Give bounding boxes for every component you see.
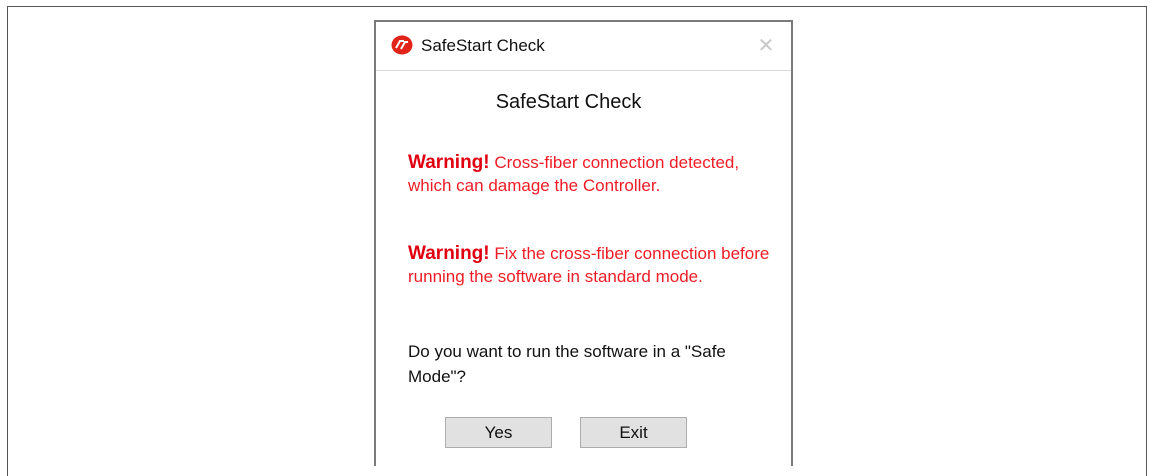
dialog-titlebar: SafeStart Check ✕: [376, 22, 791, 71]
app-logo-icon: [391, 35, 413, 55]
safe-mode-question: Do you want to run the software in a "Sa…: [408, 342, 726, 386]
warning-message-1: Warning! Cross-fiber connection detected…: [408, 151, 778, 197]
warning-message-2: Warning! Fix the cross-fiber connection …: [408, 242, 778, 288]
safestart-dialog: SafeStart Check ✕ SafeStart Check Warnin…: [374, 20, 793, 466]
warning-label: Warning!: [408, 243, 490, 264]
yes-button[interactable]: Yes: [445, 417, 552, 448]
close-button[interactable]: ✕: [753, 32, 779, 58]
dialog-heading: SafeStart Check: [495, 91, 642, 113]
dialog-content: SafeStart Check Warning! Cross-fiber con…: [376, 71, 791, 466]
window-title: SafeStart Check: [421, 36, 545, 55]
warning-label: Warning!: [408, 152, 490, 173]
exit-button[interactable]: Exit: [580, 417, 687, 448]
close-icon: ✕: [757, 34, 775, 57]
